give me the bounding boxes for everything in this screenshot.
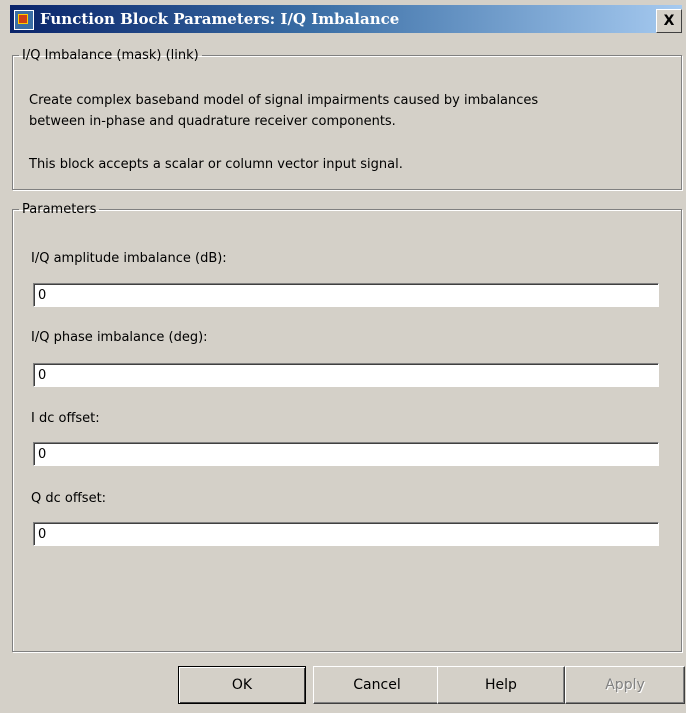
title-bar-active[interactable]: Function Block Parameters: I/Q Imbalance xyxy=(10,5,682,33)
q-dc-offset-label: Q dc offset: xyxy=(31,491,107,506)
description-line-1: Create complex baseband model of signal … xyxy=(29,93,539,108)
ok-button[interactable]: OK xyxy=(178,666,306,704)
title-bar: Function Block Parameters: I/Q Imbalance… xyxy=(0,0,686,36)
parameters-group-legend: Parameters xyxy=(22,202,97,217)
description-line-3: This block accepts a scalar or column ve… xyxy=(29,157,403,172)
q-dc-offset-input[interactable] xyxy=(33,522,659,546)
amplitude-imbalance-label: I/Q amplitude imbalance (dB): xyxy=(31,251,227,266)
phase-imbalance-label: I/Q phase imbalance (deg): xyxy=(31,330,208,345)
parameters-group: Parameters I/Q amplitude imbalance (dB):… xyxy=(12,202,682,652)
apply-button[interactable]: Apply xyxy=(565,666,685,704)
window-title: Function Block Parameters: I/Q Imbalance xyxy=(40,10,400,28)
cancel-button[interactable]: Cancel xyxy=(313,666,441,704)
phase-imbalance-input[interactable] xyxy=(33,363,659,387)
help-button[interactable]: Help xyxy=(437,666,565,704)
close-button[interactable]: X xyxy=(656,9,682,33)
description-line-2: between in-phase and quadrature receiver… xyxy=(29,114,396,129)
description-group: I/Q Imbalance (mask) (link) Create compl… xyxy=(12,48,682,190)
amplitude-imbalance-input[interactable] xyxy=(33,283,659,307)
description-group-legend: I/Q Imbalance (mask) (link) xyxy=(22,48,199,63)
simulink-block-icon xyxy=(14,10,34,30)
i-dc-offset-label: I dc offset: xyxy=(31,411,100,426)
i-dc-offset-input[interactable] xyxy=(33,442,659,466)
